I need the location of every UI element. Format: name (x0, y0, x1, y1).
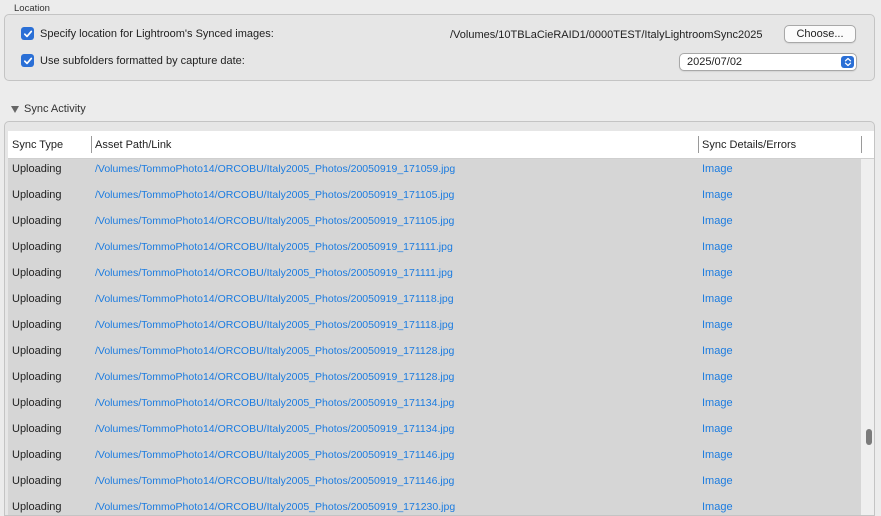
table-row[interactable]: Uploading /Volumes/TommoPhoto14/ORCOBU/I… (8, 471, 861, 497)
use-subfolders-checkbox[interactable] (21, 54, 34, 67)
specify-location-checkbox[interactable] (21, 27, 34, 40)
date-format-value: 2025/07/02 (687, 56, 743, 68)
asset-path-link[interactable]: /Volumes/TommoPhoto14/ORCOBU/Italy2005_P… (95, 241, 453, 253)
sync-type-cell: Uploading (12, 397, 62, 409)
table-row[interactable]: Uploading /Volumes/TommoPhoto14/ORCOBU/I… (8, 367, 861, 393)
table-row[interactable]: Uploading /Volumes/TommoPhoto14/ORCOBU/I… (8, 289, 861, 315)
sync-detail-link[interactable]: Image (702, 501, 733, 513)
sync-activity-table: Sync Type Asset Path/Link Sync Details/E… (4, 121, 875, 516)
checkmark-icon (23, 30, 32, 37)
sync-type-cell: Uploading (12, 449, 62, 461)
vertical-scrollbar[interactable] (861, 159, 874, 515)
sync-type-cell: Uploading (12, 267, 62, 279)
sync-location-path: /Volumes/10TBLaCieRAID1/0000TEST/ItalyLi… (450, 29, 763, 41)
asset-path-link[interactable]: /Volumes/TommoPhoto14/ORCOBU/Italy2005_P… (95, 475, 454, 487)
table-row[interactable]: Uploading /Volumes/TommoPhoto14/ORCOBU/I… (8, 211, 861, 237)
location-group: Specify location for Lightroom's Synced … (4, 14, 875, 81)
table-row[interactable]: Uploading /Volumes/TommoPhoto14/ORCOBU/I… (8, 419, 861, 445)
sync-detail-link[interactable]: Image (702, 319, 733, 331)
sync-type-cell: Uploading (12, 163, 62, 175)
table-row[interactable]: Uploading /Volumes/TommoPhoto14/ORCOBU/I… (8, 263, 861, 289)
asset-path-link[interactable]: /Volumes/TommoPhoto14/ORCOBU/Italy2005_P… (95, 319, 454, 331)
asset-path-link[interactable]: /Volumes/TommoPhoto14/ORCOBU/Italy2005_P… (95, 163, 455, 175)
choose-button[interactable]: Choose... (784, 25, 856, 43)
scrollbar-thumb[interactable] (866, 429, 872, 445)
table-row[interactable]: Uploading /Volumes/TommoPhoto14/ORCOBU/I… (8, 315, 861, 341)
specify-location-label: Specify location for Lightroom's Synced … (40, 27, 274, 40)
asset-path-link[interactable]: /Volumes/TommoPhoto14/ORCOBU/Italy2005_P… (95, 423, 454, 435)
sync-activity-title: Sync Activity (24, 103, 86, 115)
sync-detail-link[interactable]: Image (702, 371, 733, 383)
checkmark-icon (23, 57, 32, 64)
location-section-label: Location (14, 3, 50, 14)
sync-type-cell: Uploading (12, 293, 62, 305)
asset-path-link[interactable]: /Volumes/TommoPhoto14/ORCOBU/Italy2005_P… (95, 397, 454, 409)
sync-activity-disclosure[interactable]: Sync Activity (11, 103, 86, 115)
sync-type-cell: Uploading (12, 215, 62, 227)
disclosure-triangle-down-icon[interactable] (11, 105, 19, 113)
use-subfolders-label: Use subfolders formatted by capture date… (40, 54, 245, 67)
sync-detail-link[interactable]: Image (702, 475, 733, 487)
table-body: Uploading /Volumes/TommoPhoto14/ORCOBU/I… (8, 159, 861, 515)
sync-type-cell: Uploading (12, 189, 62, 201)
asset-path-link[interactable]: /Volumes/TommoPhoto14/ORCOBU/Italy2005_P… (95, 293, 454, 305)
sync-detail-link[interactable]: Image (702, 345, 733, 357)
column-header-sync-type[interactable]: Sync Type (8, 131, 63, 158)
asset-path-link[interactable]: /Volumes/TommoPhoto14/ORCOBU/Italy2005_P… (95, 371, 454, 383)
sync-detail-link[interactable]: Image (702, 423, 733, 435)
sync-type-cell: Uploading (12, 241, 62, 253)
specify-location-row[interactable]: Specify location for Lightroom's Synced … (21, 27, 274, 40)
sync-type-cell: Uploading (12, 319, 62, 331)
sync-detail-link[interactable]: Image (702, 241, 733, 253)
date-format-select[interactable]: 2025/07/02 (679, 53, 857, 71)
asset-path-link[interactable]: /Volumes/TommoPhoto14/ORCOBU/Italy2005_P… (95, 189, 454, 201)
sync-type-cell: Uploading (12, 501, 62, 513)
sync-type-cell: Uploading (12, 371, 62, 383)
table-row[interactable]: Uploading /Volumes/TommoPhoto14/ORCOBU/I… (8, 341, 861, 367)
sync-detail-link[interactable]: Image (702, 189, 733, 201)
sync-type-cell: Uploading (12, 345, 62, 357)
sync-detail-link[interactable]: Image (702, 215, 733, 227)
asset-path-link[interactable]: /Volumes/TommoPhoto14/ORCOBU/Italy2005_P… (95, 267, 453, 279)
asset-path-link[interactable]: /Volumes/TommoPhoto14/ORCOBU/Italy2005_P… (95, 501, 455, 513)
sync-type-cell: Uploading (12, 475, 62, 487)
table-row[interactable]: Uploading /Volumes/TommoPhoto14/ORCOBU/I… (8, 393, 861, 419)
column-header-sync-details[interactable]: Sync Details/Errors (698, 131, 796, 158)
table-row[interactable]: Uploading /Volumes/TommoPhoto14/ORCOBU/I… (8, 497, 861, 515)
sync-detail-link[interactable]: Image (702, 449, 733, 461)
table-header: Sync Type Asset Path/Link Sync Details/E… (8, 131, 874, 159)
sync-detail-link[interactable]: Image (702, 267, 733, 279)
table-row[interactable]: Uploading /Volumes/TommoPhoto14/ORCOBU/I… (8, 445, 861, 471)
up-down-chevrons-icon (841, 56, 854, 68)
sync-detail-link[interactable]: Image (702, 293, 733, 305)
table-row[interactable]: Uploading /Volumes/TommoPhoto14/ORCOBU/I… (8, 159, 861, 185)
asset-path-link[interactable]: /Volumes/TommoPhoto14/ORCOBU/Italy2005_P… (95, 215, 454, 227)
sync-detail-link[interactable]: Image (702, 163, 733, 175)
table-row[interactable]: Uploading /Volumes/TommoPhoto14/ORCOBU/I… (8, 237, 861, 263)
column-header-asset-path[interactable]: Asset Path/Link (91, 131, 171, 158)
column-divider[interactable] (861, 136, 862, 153)
sync-type-cell: Uploading (12, 423, 62, 435)
table-row[interactable]: Uploading /Volumes/TommoPhoto14/ORCOBU/I… (8, 185, 861, 211)
sync-detail-link[interactable]: Image (702, 397, 733, 409)
asset-path-link[interactable]: /Volumes/TommoPhoto14/ORCOBU/Italy2005_P… (95, 345, 454, 357)
asset-path-link[interactable]: /Volumes/TommoPhoto14/ORCOBU/Italy2005_P… (95, 449, 454, 461)
use-subfolders-row[interactable]: Use subfolders formatted by capture date… (21, 54, 245, 67)
